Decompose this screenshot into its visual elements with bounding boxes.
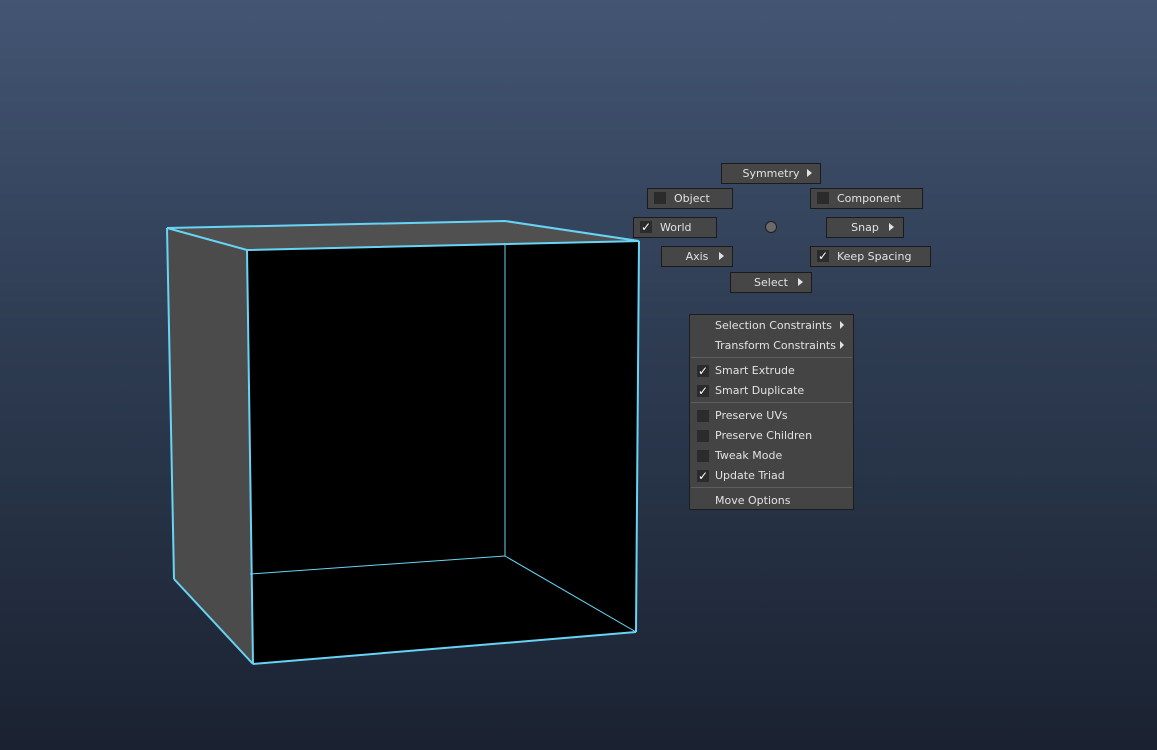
menu-item-move-options[interactable]: Move Options xyxy=(690,491,853,511)
world-button[interactable]: ✓ World xyxy=(633,217,717,238)
menu-item-label: Smart Duplicate xyxy=(715,384,805,397)
menu-divider xyxy=(691,402,852,403)
smart-duplicate-checkbox[interactable]: ✓ xyxy=(697,385,709,397)
menu-item-update-triad[interactable]: ✓ Update Triad xyxy=(690,466,853,486)
cube-left-face[interactable] xyxy=(167,228,253,664)
submenu-arrow-icon xyxy=(840,321,844,329)
menu-item-smart-extrude[interactable]: ✓ Smart Extrude xyxy=(690,361,853,381)
tweak-mode-checkbox[interactable] xyxy=(697,450,709,462)
world-label: World xyxy=(660,221,692,234)
update-triad-checkbox[interactable]: ✓ xyxy=(697,470,709,482)
keep-spacing-label: Keep Spacing xyxy=(837,250,912,263)
menu-item-label: Move Options xyxy=(715,494,791,507)
menu-divider xyxy=(691,487,852,488)
menu-item-label: Transform Constraints xyxy=(715,339,836,352)
submenu-arrow-icon xyxy=(840,341,844,349)
select-button[interactable]: Select xyxy=(730,272,812,293)
menu-divider xyxy=(691,357,852,358)
world-checkbox[interactable]: ✓ xyxy=(640,221,652,233)
menu-item-preserve-uvs[interactable]: Preserve UVs xyxy=(690,406,853,426)
menu-item-smart-duplicate[interactable]: ✓ Smart Duplicate xyxy=(690,381,853,401)
menu-item-preserve-children[interactable]: Preserve Children xyxy=(690,426,853,446)
submenu-arrow-icon xyxy=(889,223,894,231)
symmetry-label: Symmetry xyxy=(742,167,800,180)
menu-item-selection-constraints[interactable]: Selection Constraints xyxy=(690,316,853,336)
submenu-arrow-icon xyxy=(798,278,803,286)
component-label: Component xyxy=(837,192,901,205)
menu-item-label: Update Triad xyxy=(715,469,785,482)
component-checkbox[interactable] xyxy=(817,192,829,204)
cube-mesh xyxy=(166,219,640,665)
menu-item-label: Preserve UVs xyxy=(715,409,788,422)
menu-item-label: Preserve Children xyxy=(715,429,813,442)
move-options-menu: Selection Constraints Transform Constrai… xyxy=(689,314,854,510)
menu-item-label: Smart Extrude xyxy=(715,364,795,377)
submenu-arrow-icon xyxy=(807,169,812,177)
snap-button[interactable]: Snap xyxy=(826,217,904,238)
keep-spacing-checkbox[interactable]: ✓ xyxy=(817,250,829,262)
menu-item-label: Tweak Mode xyxy=(715,449,783,462)
keep-spacing-button[interactable]: ✓ Keep Spacing xyxy=(810,246,931,267)
object-button[interactable]: Object xyxy=(647,188,733,209)
object-checkbox[interactable] xyxy=(654,192,666,204)
menu-item-transform-constraints[interactable]: Transform Constraints xyxy=(690,336,853,356)
component-button[interactable]: Component xyxy=(810,188,923,209)
viewport-3d[interactable] xyxy=(0,0,1157,750)
marking-menu-center xyxy=(765,221,777,233)
symmetry-button[interactable]: Symmetry xyxy=(721,163,821,184)
preserve-uvs-checkbox[interactable] xyxy=(697,410,709,422)
menu-item-tweak-mode[interactable]: Tweak Mode xyxy=(690,446,853,466)
preserve-children-checkbox[interactable] xyxy=(697,430,709,442)
smart-extrude-checkbox[interactable]: ✓ xyxy=(697,365,709,377)
object-label: Object xyxy=(674,192,710,205)
menu-item-label: Selection Constraints xyxy=(715,319,832,332)
submenu-arrow-icon xyxy=(719,252,724,260)
cube-back-face xyxy=(247,241,639,664)
axis-button[interactable]: Axis xyxy=(661,246,733,267)
